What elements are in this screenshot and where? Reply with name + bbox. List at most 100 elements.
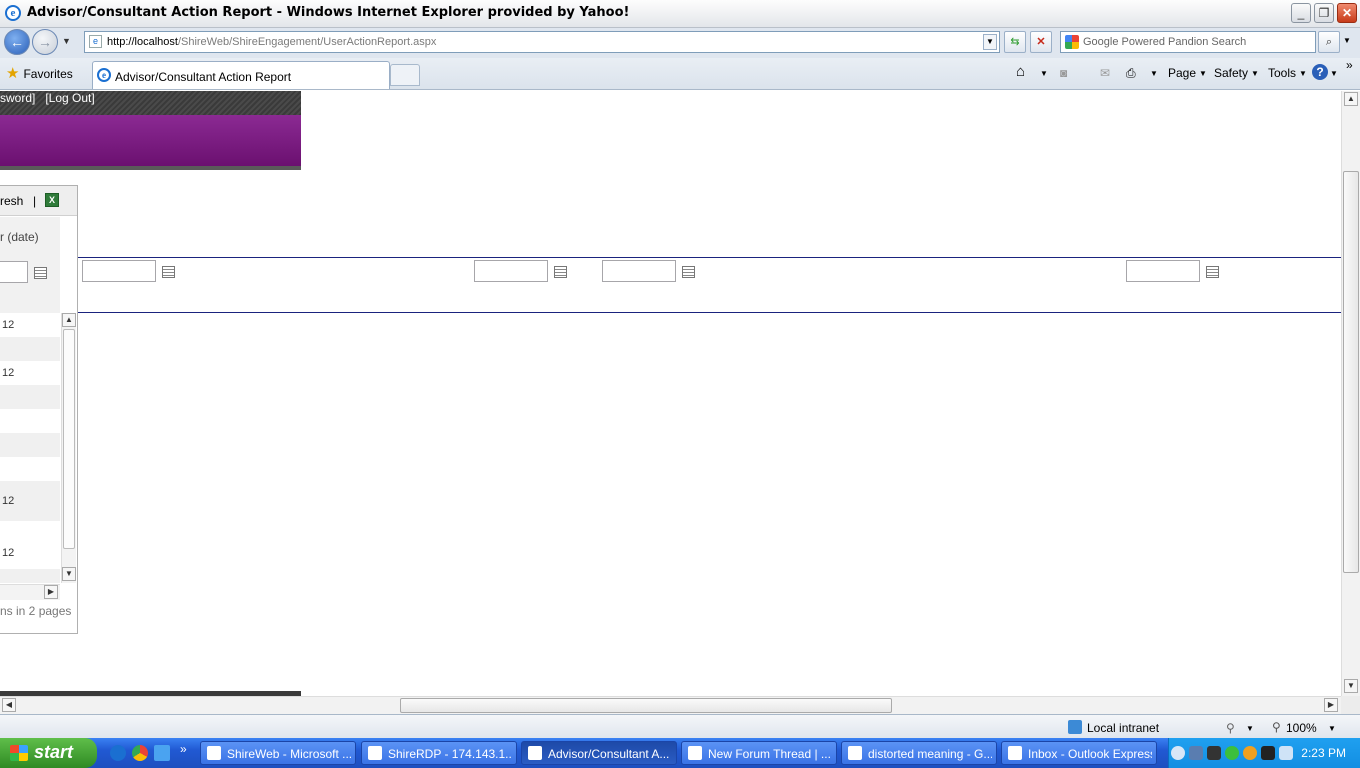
clock[interactable]: 2:23 PM xyxy=(1301,746,1346,760)
table-row[interactable] xyxy=(0,337,60,361)
home-icon[interactable]: ⌂ xyxy=(1016,63,1025,80)
table-row[interactable] xyxy=(0,457,60,481)
table-row[interactable] xyxy=(0,433,60,457)
recent-pages-dropdown-icon[interactable]: ▼ xyxy=(62,36,71,46)
date-filter-input[interactable] xyxy=(1126,260,1200,282)
calendar-icon[interactable] xyxy=(554,266,567,278)
table-row[interactable]: 12 xyxy=(0,545,60,569)
new-tab-button[interactable] xyxy=(390,64,420,86)
tray-collapse-icon[interactable] xyxy=(1171,746,1185,760)
chevron-down-icon[interactable]: ▼ xyxy=(1246,724,1254,733)
scroll-down-icon[interactable]: ▼ xyxy=(62,567,76,581)
tab-active[interactable]: e Advisor/Consultant Action Report xyxy=(92,61,390,89)
stop-icon[interactable]: ✕ xyxy=(1030,31,1052,53)
back-button[interactable]: ← xyxy=(4,29,30,55)
protected-mode-icon[interactable]: ⚲ xyxy=(1226,721,1235,735)
flower-icon[interactable] xyxy=(1243,746,1257,760)
feeds-icon[interactable]: ◙ xyxy=(1060,66,1067,80)
system-tray: 2:23 PM xyxy=(1168,738,1360,768)
help-icon[interactable]: ? xyxy=(1312,64,1328,80)
print-dropdown-icon[interactable]: ▼ xyxy=(1150,69,1158,78)
calendar-icon[interactable] xyxy=(682,266,695,278)
task-button[interactable]: ShireWeb - Microsoft ... xyxy=(200,741,356,765)
scroll-down-icon[interactable]: ▼ xyxy=(1344,679,1358,693)
table-row[interactable] xyxy=(0,409,60,433)
table-row[interactable]: 12 xyxy=(0,481,60,521)
safety-menu[interactable]: Safety ▼ xyxy=(1214,66,1259,80)
task-button[interactable]: New Forum Thread | ... xyxy=(681,741,837,765)
print-icon[interactable]: ⎙ xyxy=(1126,66,1136,81)
minimize-button[interactable]: _ xyxy=(1291,3,1311,23)
ie-quicklaunch-icon[interactable] xyxy=(110,745,126,761)
address-input[interactable]: e http://localhost/ShireWeb/ShireEngagem… xyxy=(84,31,1000,53)
column-header[interactable]: r (date) xyxy=(0,217,60,257)
favorites-button[interactable]: ★ Favorites xyxy=(6,64,73,82)
scroll-right-icon[interactable]: ▶ xyxy=(44,585,58,599)
zoom-level[interactable]: 100% xyxy=(1286,721,1317,735)
table-row[interactable] xyxy=(0,385,60,409)
header-links[interactable]: sword] [Log Out] xyxy=(0,91,95,105)
date-filter-input[interactable] xyxy=(602,260,676,282)
task-button[interactable]: distorted meaning - G... xyxy=(841,741,997,765)
quicklaunch-overflow-icon[interactable]: » xyxy=(180,742,187,756)
scroll-thumb[interactable] xyxy=(63,329,75,549)
device-icon[interactable] xyxy=(1279,746,1293,760)
chrome-quicklaunch-icon[interactable] xyxy=(132,745,148,761)
calendar-icon[interactable] xyxy=(162,266,175,278)
home-dropdown-icon[interactable]: ▼ xyxy=(1040,69,1048,78)
tools-menu[interactable]: Tools ▼ xyxy=(1268,66,1307,80)
mail-icon[interactable]: ✉ xyxy=(1100,66,1110,80)
page-menu-label: Page xyxy=(1168,66,1197,80)
scroll-thumb[interactable] xyxy=(400,698,892,713)
table-row[interactable]: 12 xyxy=(0,361,60,385)
lightning-icon[interactable] xyxy=(1261,746,1275,760)
more-commands-icon[interactable]: » xyxy=(1346,58,1353,72)
scroll-right-icon[interactable]: ▶ xyxy=(1324,698,1338,712)
page-vertical-scrollbar[interactable]: ▲ ▼ xyxy=(1341,91,1360,696)
monitor-icon[interactable] xyxy=(1207,746,1221,760)
close-button[interactable]: ✕ xyxy=(1337,3,1357,23)
date-filter-input[interactable] xyxy=(82,260,156,282)
tools-menu-label: Tools xyxy=(1268,66,1297,80)
scroll-left-icon[interactable]: ◀ xyxy=(2,698,16,712)
search-input[interactable]: Google Powered Pandion Search xyxy=(1060,31,1316,53)
task-button[interactable]: Inbox - Outlook Express xyxy=(1001,741,1157,765)
task-button[interactable]: ShireRDP - 174.143.1... xyxy=(361,741,517,765)
table-row[interactable] xyxy=(0,569,60,583)
refresh-link[interactable]: resh xyxy=(0,194,23,208)
window-title: Advisor/Consultant Action Report - Windo… xyxy=(27,5,630,20)
scroll-up-icon[interactable]: ▲ xyxy=(1344,92,1358,106)
calendar-icon[interactable] xyxy=(1206,266,1219,278)
ie-logo-icon: e xyxy=(5,5,21,21)
excel-export-icon[interactable]: X xyxy=(45,193,59,207)
forward-button[interactable]: → xyxy=(32,29,58,55)
refresh-icon[interactable]: ⇆ xyxy=(1004,31,1026,53)
scroll-up-icon[interactable]: ▲ xyxy=(62,313,76,327)
chevron-down-icon: ▼ xyxy=(1299,69,1307,79)
task-label: ShireRDP - 174.143.1... xyxy=(388,747,512,761)
task-button-active[interactable]: Advisor/Consultant A... xyxy=(521,741,677,765)
status-icon[interactable] xyxy=(1225,746,1239,760)
date-filter-input[interactable] xyxy=(474,260,548,282)
network-icon[interactable] xyxy=(1189,746,1203,760)
page-menu[interactable]: Page ▼ xyxy=(1168,66,1207,80)
search-options-icon[interactable]: ▼ xyxy=(1343,36,1351,45)
grid-horizontal-scrollbar[interactable]: ▶ xyxy=(0,584,60,600)
page-horizontal-scrollbar[interactable]: ◀ ▶ xyxy=(0,696,1341,714)
table-row[interactable] xyxy=(0,521,60,545)
toolbar-separator: | xyxy=(33,194,37,208)
zoom-dropdown-icon[interactable]: ▼ xyxy=(1328,724,1336,733)
restore-button[interactable]: ❐ xyxy=(1314,3,1334,23)
table-row[interactable]: 12 xyxy=(0,313,60,337)
date-filter-input[interactable] xyxy=(0,261,28,283)
scroll-thumb[interactable] xyxy=(1343,171,1359,573)
calendar-icon[interactable] xyxy=(34,267,47,279)
status-bar: Local intranet ⚲ ▼ ⚲ 100% ▼ xyxy=(0,714,1360,738)
grid-vertical-scrollbar[interactable]: ▲ ▼ xyxy=(61,313,76,583)
start-button[interactable]: start xyxy=(0,738,97,768)
search-go-icon[interactable]: ⌕ xyxy=(1318,31,1340,53)
security-zone[interactable]: Local intranet xyxy=(1087,721,1159,735)
help-dropdown-icon[interactable]: ▼ xyxy=(1330,69,1338,78)
ie-app-quicklaunch-icon[interactable] xyxy=(154,745,170,761)
address-dropdown-icon[interactable]: ▼ xyxy=(983,34,997,50)
